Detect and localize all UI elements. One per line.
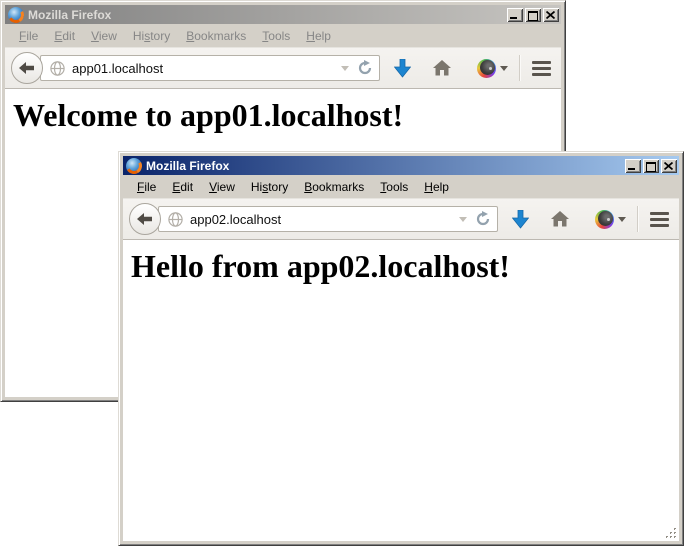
window-title: Mozilla Firefox (28, 8, 507, 22)
firefox-icon[interactable] (8, 7, 24, 23)
navigation-toolbar: app02.localhost (123, 198, 679, 240)
reload-icon[interactable] (475, 211, 491, 227)
titlebar[interactable]: Mozilla Firefox (5, 5, 561, 24)
close-icon (546, 11, 555, 19)
browser-window-app02: Mozilla Firefox File Edit View History B… (118, 151, 684, 546)
addon-icon[interactable] (477, 59, 496, 78)
globe-icon[interactable] (168, 212, 183, 227)
page-content: Hello from app02.localhost! (123, 240, 679, 541)
menu-file[interactable]: File (129, 178, 164, 196)
menu-bar: File Edit View History Bookmarks Tools H… (123, 175, 679, 198)
menu-tools[interactable]: Tools (254, 27, 298, 45)
reload-icon[interactable] (357, 60, 373, 76)
addon-dropdown-icon[interactable] (500, 66, 508, 75)
firefox-icon[interactable] (126, 158, 142, 174)
menu-help[interactable]: Help (416, 178, 457, 196)
minimize-icon (510, 17, 517, 19)
globe-icon[interactable] (50, 61, 65, 76)
menu-icon[interactable] (650, 212, 669, 227)
url-bar[interactable]: app02.localhost (158, 206, 498, 232)
resize-grip[interactable] (664, 526, 678, 540)
addon-icon[interactable] (595, 210, 614, 229)
maximize-icon (528, 11, 538, 21)
menu-view[interactable]: View (201, 178, 243, 196)
back-icon (19, 62, 35, 74)
close-button[interactable] (543, 8, 559, 22)
menu-bookmarks[interactable]: Bookmarks (296, 178, 372, 196)
download-icon[interactable] (394, 59, 411, 78)
home-icon[interactable] (551, 211, 569, 227)
url-dropdown-icon[interactable] (459, 217, 467, 226)
minimize-button[interactable] (625, 159, 641, 173)
url-text[interactable]: app01.localhost (72, 61, 341, 76)
close-button[interactable] (661, 159, 677, 173)
menu-edit[interactable]: Edit (46, 27, 83, 45)
navigation-toolbar: app01.localhost (5, 47, 561, 89)
menu-icon[interactable] (532, 61, 551, 76)
back-button[interactable] (129, 203, 161, 235)
minimize-button[interactable] (507, 8, 523, 22)
menu-tools[interactable]: Tools (372, 178, 416, 196)
url-text[interactable]: app02.localhost (190, 212, 459, 227)
back-icon (137, 213, 153, 225)
minimize-icon (628, 168, 635, 170)
window-title: Mozilla Firefox (146, 159, 625, 173)
window-controls (625, 159, 677, 173)
url-bar[interactable]: app01.localhost (40, 55, 380, 81)
titlebar[interactable]: Mozilla Firefox (123, 156, 679, 175)
page-heading: Hello from app02.localhost! (131, 248, 679, 285)
menu-history[interactable]: History (243, 178, 296, 196)
maximize-button[interactable] (525, 8, 541, 22)
back-button[interactable] (11, 52, 43, 84)
menu-bookmarks[interactable]: Bookmarks (178, 27, 254, 45)
home-icon[interactable] (433, 60, 451, 76)
download-icon[interactable] (512, 210, 529, 229)
menu-file[interactable]: File (11, 27, 46, 45)
url-dropdown-icon[interactable] (341, 66, 349, 75)
menu-help[interactable]: Help (298, 27, 339, 45)
menu-view[interactable]: View (83, 27, 125, 45)
window-controls (507, 8, 559, 22)
addon-dropdown-icon[interactable] (618, 217, 626, 226)
page-heading: Welcome to app01.localhost! (13, 97, 561, 134)
menu-history[interactable]: History (125, 27, 178, 45)
close-icon (664, 162, 673, 170)
toolbar-separator (637, 206, 638, 232)
menu-bar: File Edit View History Bookmarks Tools H… (5, 24, 561, 47)
maximize-button[interactable] (643, 159, 659, 173)
toolbar-separator (519, 55, 520, 81)
maximize-icon (646, 162, 656, 172)
menu-edit[interactable]: Edit (164, 178, 201, 196)
